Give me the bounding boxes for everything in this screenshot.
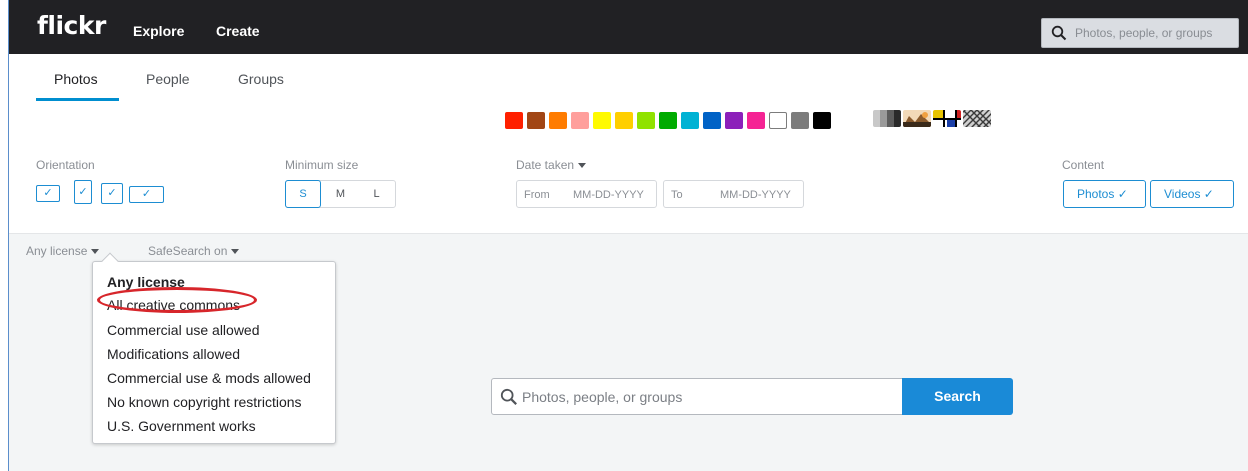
size-small-option[interactable]: S [285,180,321,208]
color-swatch[interactable] [659,112,677,129]
orientation-landscape-toggle[interactable]: ✓ [36,185,60,202]
safesearch-dropdown[interactable]: SafeSearch on [148,244,240,258]
size-large-option[interactable]: L [360,181,393,207]
size-medium-option[interactable]: M [324,181,357,207]
color-swatch[interactable] [637,112,655,129]
main-search-input[interactable] [522,388,882,406]
content-label: Content [1062,158,1105,172]
nav-create[interactable]: Create [216,22,260,40]
minimum-size-label: Minimum size [285,158,359,172]
flickr-logo[interactable]: flickr [37,11,106,41]
tab-groups[interactable]: Groups [238,70,284,88]
license-menu: Any license All creative commons Commerc… [92,252,336,444]
license-option-commercial[interactable]: Commercial use allowed [107,322,260,339]
color-swatch[interactable] [549,112,567,129]
date-from-field[interactable]: From MM-DD-YYYY [516,180,657,208]
tab-photos[interactable]: Photos [54,70,98,88]
header-search-box[interactable] [1041,18,1239,48]
page-frame: flickr Explore Create Photos People Grou… [8,0,1248,471]
date-from-label: From [524,189,550,201]
search-type-tabs: Photos People Groups [9,54,1248,102]
color-swatch[interactable] [527,112,545,129]
main-search-box[interactable] [491,378,903,415]
orientation-label: Orientation [36,158,95,172]
style-depth-of-field-swatch[interactable] [903,110,931,127]
style-black-and-white-swatch[interactable] [873,110,901,127]
color-swatch[interactable] [615,112,633,129]
color-swatch[interactable] [813,112,831,129]
search-icon [500,388,517,405]
orientation-square-toggle[interactable]: ✓ [101,183,123,204]
date-to-label: To [671,189,683,201]
license-option-commercial-and-mods[interactable]: Commercial use & mods allowed [107,370,311,387]
chevron-down-icon [578,163,587,169]
search-icon [1051,25,1067,41]
color-swatch[interactable] [681,112,699,129]
content-photos-toggle[interactable]: Photos ✓ [1063,180,1146,208]
color-swatch[interactable] [593,112,611,129]
license-dropdown[interactable]: Any license [26,244,100,258]
color-swatch[interactable] [791,112,809,129]
color-swatch[interactable] [703,112,721,129]
chevron-down-icon [231,249,240,255]
color-swatch[interactable] [747,112,765,129]
date-to-placeholder: MM-DD-YYYY [720,189,791,201]
red-highlight-circle [97,287,257,313]
license-option-us-government[interactable]: U.S. Government works [107,418,256,435]
top-navigation-bar: flickr Explore Create [9,0,1248,54]
style-patterns-swatch[interactable] [963,110,991,127]
color-swatch[interactable] [725,112,743,129]
orientation-panorama-toggle[interactable]: ✓ [129,186,164,203]
tab-people[interactable]: People [146,70,190,88]
search-button[interactable]: Search [902,378,1013,415]
menu-pointer [101,252,119,270]
license-option-no-copyright[interactable]: No known copyright restrictions [107,394,302,411]
minimum-size-selector: S M L [285,180,396,208]
active-tab-indicator [36,98,119,101]
color-swatch[interactable] [571,112,589,129]
chevron-down-icon [91,249,100,255]
color-swatch[interactable] [505,112,523,129]
nav-explore[interactable]: Explore [133,22,184,40]
content-videos-toggle[interactable]: Videos ✓ [1150,180,1234,208]
license-option-modifications[interactable]: Modifications allowed [107,346,240,363]
results-area: Any license SafeSearch on Any license Al… [9,233,1248,471]
date-taken-label[interactable]: Date taken [516,158,587,172]
orientation-portrait-toggle[interactable]: ✓ [74,180,92,204]
color-swatch[interactable] [769,112,787,129]
date-to-field[interactable]: To MM-DD-YYYY [663,180,804,208]
header-search-input[interactable] [1075,24,1235,42]
date-from-placeholder: MM-DD-YYYY [573,189,644,201]
style-minimalist-swatch[interactable] [933,110,961,127]
